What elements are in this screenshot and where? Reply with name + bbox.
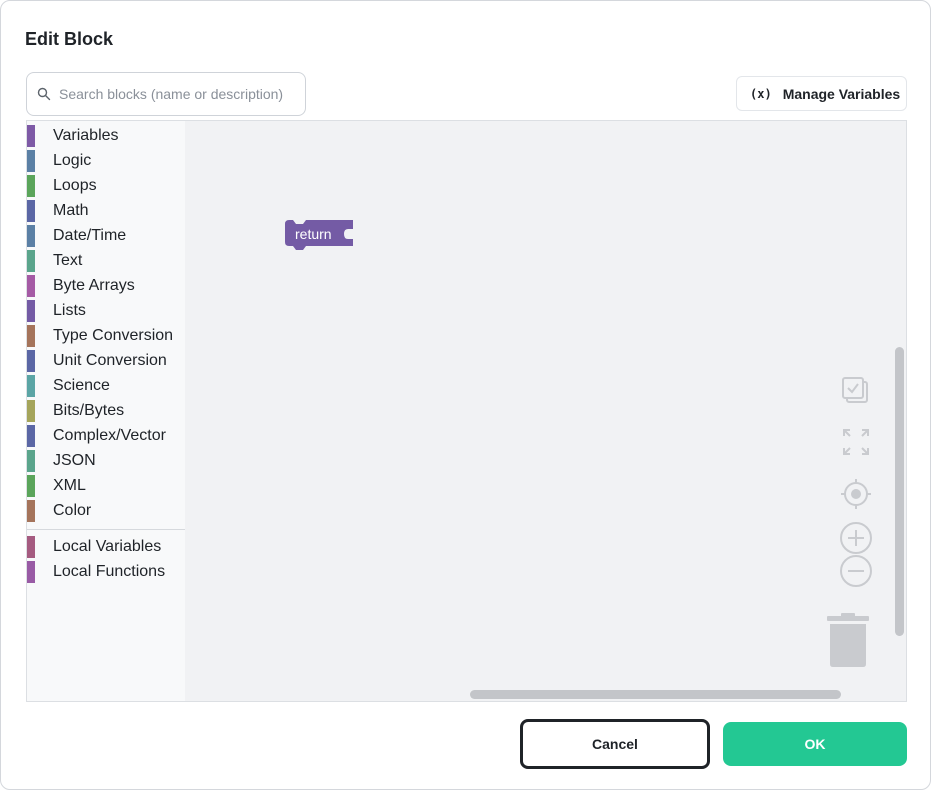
toolbox-category-math[interactable]: Math: [27, 200, 89, 222]
zoom-out-icon[interactable]: [839, 554, 873, 593]
toolbox-category-complex-vector[interactable]: Complex/Vector: [27, 425, 166, 447]
category-swatch: [27, 325, 35, 347]
cancel-button[interactable]: Cancel: [520, 719, 710, 769]
category-swatch: [27, 425, 35, 447]
category-swatch: [27, 225, 35, 247]
fit-view-icon[interactable]: [841, 427, 871, 462]
manage-variables-button[interactable]: (x) Manage Variables: [736, 76, 907, 111]
search-input[interactable]: [59, 86, 289, 102]
return-block-label: return: [295, 226, 332, 242]
select-all-icon[interactable]: [840, 375, 870, 410]
toolbox-category-json[interactable]: JSON: [27, 450, 96, 472]
category-swatch: [27, 275, 35, 297]
category-swatch: [27, 350, 35, 372]
recenter-icon[interactable]: [840, 478, 872, 515]
toolbox-category-bits-bytes[interactable]: Bits/Bytes: [27, 400, 124, 422]
toolbox-category-xml[interactable]: XML: [27, 475, 86, 497]
horizontal-scrollbar[interactable]: [470, 690, 841, 699]
toolbox-category-unit-conversion[interactable]: Unit Conversion: [27, 350, 167, 372]
category-swatch: [27, 536, 35, 558]
category-swatch: [27, 250, 35, 272]
ok-button[interactable]: OK: [723, 722, 907, 766]
toolbox-category-lists[interactable]: Lists: [27, 300, 86, 322]
toolbox-category-science[interactable]: Science: [27, 375, 110, 397]
toolbox-category-datetime[interactable]: Date/Time: [27, 225, 126, 247]
toolbox-separator: [27, 529, 185, 530]
category-swatch: [27, 175, 35, 197]
category-swatch: [27, 400, 35, 422]
variable-icon: (x): [750, 86, 772, 101]
toolbox-category-color[interactable]: Color: [27, 500, 91, 522]
category-swatch: [27, 450, 35, 472]
vertical-scrollbar[interactable]: [895, 347, 904, 636]
category-swatch: [27, 475, 35, 497]
search-box[interactable]: [26, 72, 306, 116]
blockly-workspace[interactable]: Variables Logic Loops Math Date/Time Tex…: [26, 120, 907, 702]
return-block[interactable]: return: [285, 220, 353, 250]
toolbox-category-local-functions[interactable]: Local Functions: [27, 561, 165, 583]
search-icon: [37, 87, 51, 101]
trash-icon[interactable]: [826, 611, 870, 674]
toolbox-category-type-conversion[interactable]: Type Conversion: [27, 325, 173, 347]
toolbox-category-local-variables[interactable]: Local Variables: [27, 536, 161, 558]
category-swatch: [27, 125, 35, 147]
toolbox-category-logic[interactable]: Logic: [27, 150, 91, 172]
toolbox-category-variables[interactable]: Variables: [27, 125, 119, 147]
category-swatch: [27, 300, 35, 322]
category-swatch: [27, 561, 35, 583]
edit-block-dialog: Edit Block (x) Manage Variables Variable…: [0, 0, 931, 790]
category-swatch: [27, 500, 35, 522]
category-swatch: [27, 150, 35, 172]
category-swatch: [27, 375, 35, 397]
dialog-title: Edit Block: [25, 29, 114, 49]
toolbox-category-loops[interactable]: Loops: [27, 175, 97, 197]
category-swatch: [27, 200, 35, 222]
manage-variables-label: Manage Variables: [782, 85, 901, 102]
toolbox-category-byte-arrays[interactable]: Byte Arrays: [27, 275, 135, 297]
toolbox-category-text[interactable]: Text: [27, 250, 82, 272]
toolbox: Variables Logic Loops Math Date/Time Tex…: [27, 121, 185, 701]
